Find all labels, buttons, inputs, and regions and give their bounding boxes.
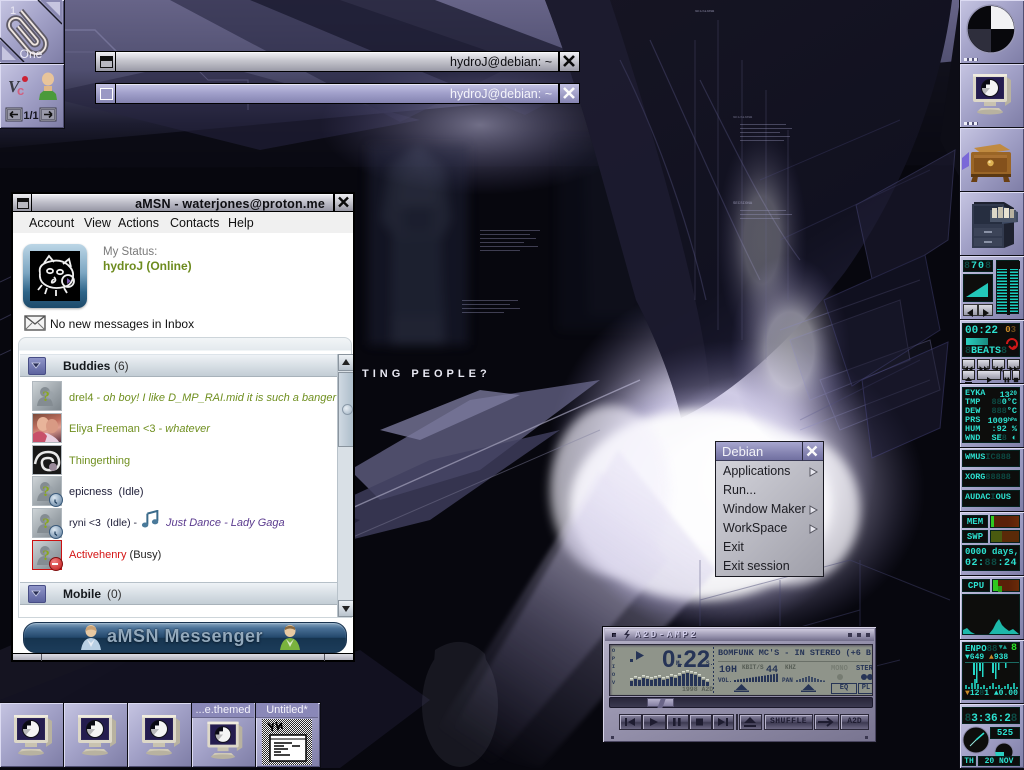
svg-text:?: ?	[42, 389, 50, 405]
svg-text:1: 1	[10, 5, 16, 17]
svg-text:SECSIONA: SECSIONA	[695, 10, 715, 14]
svg-text:One: One	[20, 47, 43, 61]
svg-text:SECSIONA: SECSIONA	[733, 116, 753, 120]
svg-text:SECSIONA: SECSIONA	[733, 202, 753, 206]
svg-text:TING PEOPLE?: TING PEOPLE?	[362, 368, 491, 380]
svg-text:1/1: 1/1	[23, 110, 38, 122]
svg-text:c: c	[17, 83, 24, 98]
